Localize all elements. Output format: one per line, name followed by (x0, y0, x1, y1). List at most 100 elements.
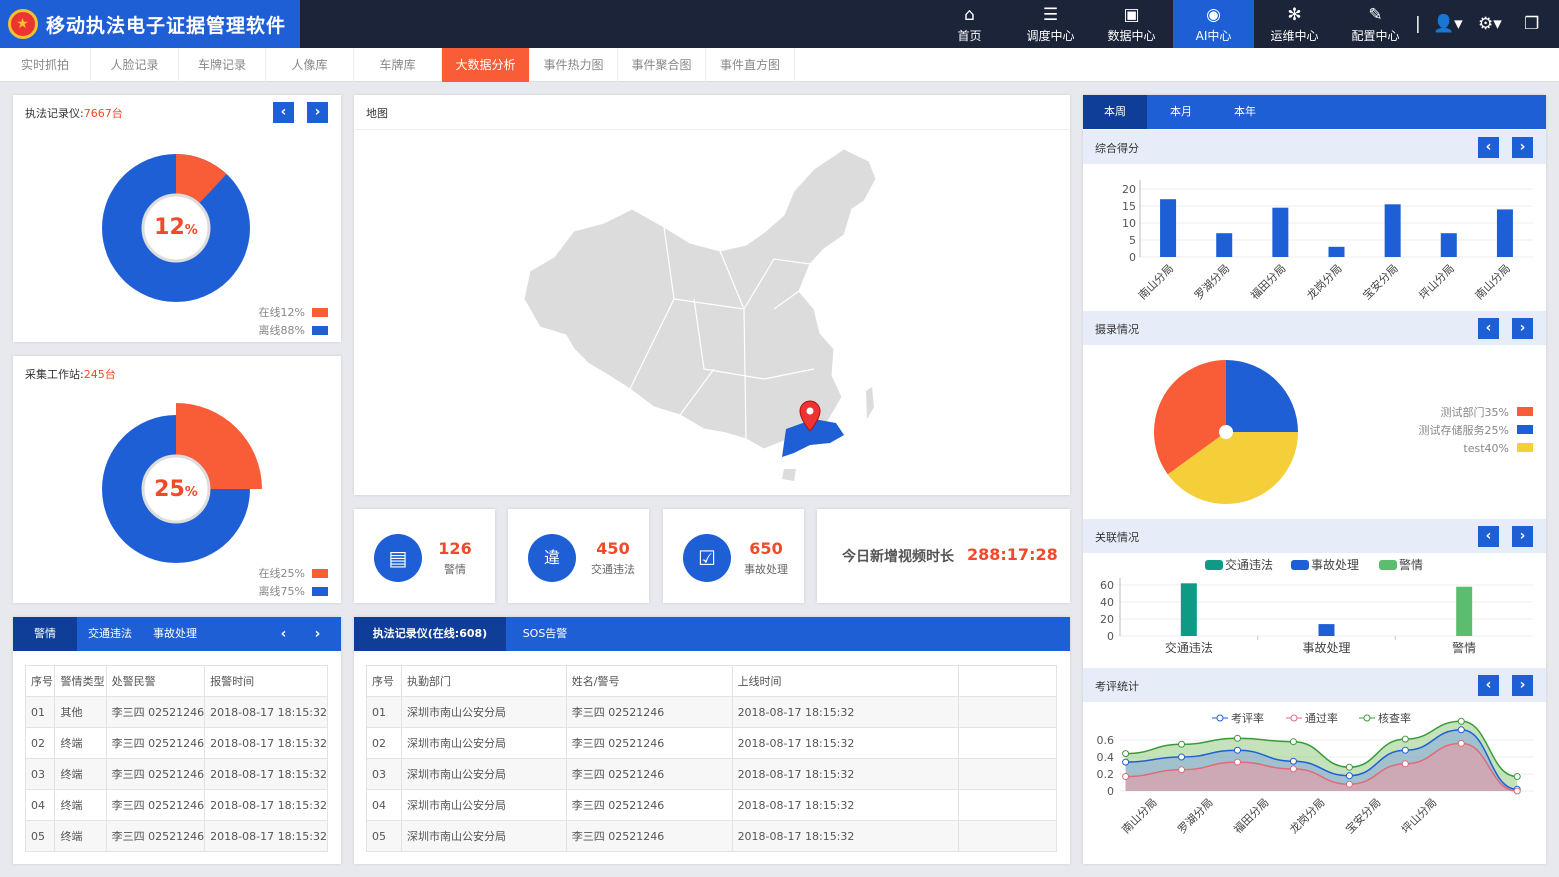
tab-2[interactable]: 车牌记录 (179, 48, 266, 82)
china-map-region[interactable] (523, 148, 877, 450)
tab-4[interactable]: 车牌库 (354, 48, 442, 82)
table-cell: 01 (24, 696, 56, 728)
data-point[interactable] (1289, 757, 1297, 765)
data-point[interactable] (1513, 787, 1521, 795)
data-point[interactable] (1401, 760, 1409, 768)
bar[interactable] (1328, 246, 1345, 257)
tab-traffic[interactable]: 交通违法 (81, 617, 139, 651)
legend-label: 测试部门35% (1441, 405, 1509, 419)
data-point[interactable] (1289, 765, 1297, 773)
data-point[interactable] (1233, 746, 1241, 754)
stat-accident-card: ☑ 650 事故处理 (663, 509, 804, 603)
tab-year[interactable]: 本年 (1215, 95, 1275, 129)
data-point[interactable] (1345, 763, 1353, 771)
video-duration-label: 今日新增视频时长 (842, 549, 954, 565)
app-title: 移动执法电子证据管理软件 (46, 14, 287, 37)
tab-7[interactable]: 事件聚合图 (618, 48, 706, 82)
china-map[interactable] (514, 139, 924, 489)
data-point[interactable] (1457, 717, 1465, 725)
data-point[interactable] (1457, 726, 1465, 734)
table-cell (958, 820, 1057, 852)
prev-arrow-icon[interactable]: ‹ (273, 102, 294, 123)
data-point[interactable] (1401, 746, 1409, 754)
bar[interactable] (1496, 209, 1513, 257)
nav-home[interactable]: ⌂ 首页 (929, 0, 1010, 48)
bar[interactable] (1216, 233, 1233, 257)
pie-slice[interactable] (1226, 360, 1298, 432)
table-row[interactable]: 05 深圳市南山公安分局 李三四 02521246 2018-08-17 18:15:… (366, 820, 1057, 852)
tab-month[interactable]: 本月 (1151, 95, 1211, 129)
next-arrow-icon[interactable]: › (1512, 675, 1533, 696)
data-point[interactable] (1233, 758, 1241, 766)
table-row[interactable]: 05 终端 李三四 02521246 2018-08-17 18:15:32 (24, 820, 328, 852)
prev-arrow-icon[interactable]: ‹ (1478, 137, 1499, 158)
data-point[interactable] (1457, 739, 1465, 747)
prev-arrow-icon[interactable]: ‹ (1478, 318, 1499, 339)
next-arrow-icon[interactable]: › (1512, 137, 1533, 158)
tab-accident[interactable]: 事故处理 (145, 617, 205, 651)
tab-recorder-online[interactable]: 执法记录仪(在线:608) (354, 617, 506, 651)
tab-8[interactable]: 事件直方图 (706, 48, 795, 82)
data-point[interactable] (1345, 772, 1353, 780)
tab-1[interactable]: 人脸记录 (91, 48, 179, 82)
bar[interactable] (1180, 583, 1197, 636)
section-relation-header: 关联情况 ‹ › (1083, 519, 1546, 553)
table-cell: 02 (366, 727, 402, 759)
next-arrow-icon[interactable]: › (1512, 318, 1533, 339)
data-point[interactable] (1178, 740, 1186, 748)
table-cell: 深圳市南山公安分局 (400, 758, 567, 790)
data-point[interactable] (1122, 750, 1130, 758)
tab-6[interactable]: 事件热力图 (530, 48, 618, 82)
hainan-region (782, 469, 796, 481)
data-point[interactable] (1345, 780, 1353, 788)
stat-alarm-card: ▤ 126 警情 (354, 509, 495, 603)
tab-0[interactable]: 实时抓拍 (0, 48, 91, 82)
data-point[interactable] (1122, 773, 1130, 781)
table-row[interactable]: 03 终端 李三四 02521246 2018-08-17 18:15:32 (24, 758, 328, 790)
data-point[interactable] (1122, 758, 1130, 766)
data-point[interactable] (1401, 735, 1409, 743)
table-row[interactable]: 01 深圳市南山公安分局 李三四 02521246 2018-08-17 18:15:… (366, 696, 1057, 728)
table-row[interactable]: 02 深圳市南山公安分局 李三四 02521246 2018-08-17 18:15:… (366, 727, 1057, 759)
tab-3[interactable]: 人像库 (266, 48, 354, 82)
user-icon[interactable]: 👤▾ (1433, 0, 1463, 48)
table-row[interactable]: 01 其他 李三四 02521246 2018-08-17 18:15:32 (24, 696, 328, 728)
tab-alarm[interactable]: 警情 (13, 617, 77, 651)
x-tick-label: 坪山分局 (1399, 796, 1439, 836)
nav-dispatch[interactable]: ☰ 调度中心 (1010, 0, 1091, 48)
prev-arrow-icon[interactable]: ‹ (1478, 526, 1499, 547)
table-row[interactable]: 02 终端 李三四 02521246 2018-08-17 18:15:32 (24, 727, 328, 759)
table-row[interactable]: 04 深圳市南山公安分局 李三四 02521246 2018-08-17 18:15:… (366, 789, 1057, 821)
data-point[interactable] (1289, 738, 1297, 746)
nav-config[interactable]: ✎ 配置中心 (1335, 0, 1416, 48)
nav-ops[interactable]: ✻ 运维中心 (1254, 0, 1335, 48)
nav-data[interactable]: ▣ 数据中心 (1091, 0, 1172, 48)
window-icon[interactable]: ❐ (1524, 0, 1539, 48)
data-point[interactable] (1513, 773, 1521, 781)
bar[interactable] (1384, 204, 1401, 257)
data-point[interactable] (1178, 753, 1186, 761)
tab-week[interactable]: 本周 (1083, 95, 1147, 129)
table-row[interactable]: 04 终端 李三四 02521246 2018-08-17 18:15:32 (24, 789, 328, 821)
bar[interactable] (1272, 207, 1289, 257)
tab-sos[interactable]: SOS告警 (512, 617, 578, 651)
next-arrow-icon[interactable]: › (307, 624, 328, 645)
bar[interactable] (1318, 624, 1335, 636)
data-point[interactable] (1233, 734, 1241, 742)
bar[interactable] (1160, 199, 1177, 257)
ops-icon: ✻ (1287, 4, 1302, 25)
nav-ai[interactable]: ◉ AI中心 (1173, 0, 1254, 48)
data-point[interactable] (1178, 766, 1186, 774)
tab-5[interactable]: 大数据分析 (442, 48, 530, 82)
bar[interactable] (1440, 233, 1457, 257)
next-arrow-icon[interactable]: › (307, 102, 328, 123)
y-tick-label: 20 (1100, 613, 1114, 626)
table-row[interactable]: 03 深圳市南山公安分局 李三四 02521246 2018-08-17 18:15:… (366, 758, 1057, 790)
settings-icon[interactable]: ⚙▾ (1478, 0, 1502, 48)
next-arrow-icon[interactable]: › (1512, 526, 1533, 547)
prev-arrow-icon[interactable]: ‹ (1478, 675, 1499, 696)
table-cell: 2018-08-17 18:15:32 (731, 789, 960, 821)
bar[interactable] (1456, 586, 1473, 636)
prev-arrow-icon[interactable]: ‹ (273, 624, 294, 645)
legend-label: test40% (1463, 442, 1509, 455)
